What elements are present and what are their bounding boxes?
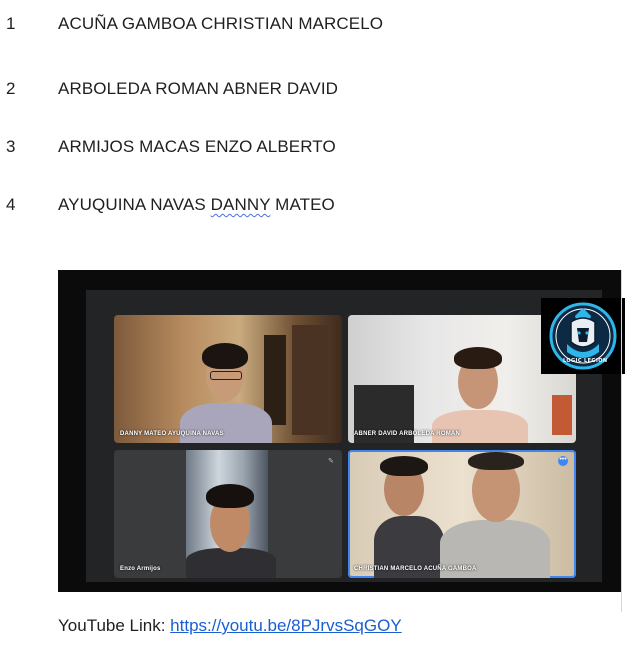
team-logo: LOGIC LEGION xyxy=(541,298,625,374)
video-call-screenshot: DANNY MATEO AYUQUINA NAVAS ABNER DAVID A… xyxy=(58,270,625,592)
logo-text: LOGIC LEGION xyxy=(563,358,608,364)
participant-body xyxy=(180,403,272,443)
student-name: ARBOLEDA ROMAN ABNER DAVID xyxy=(58,79,339,98)
student-name: ACUÑA GAMBOA CHRISTIAN MARCELO xyxy=(58,14,384,33)
student-name-part: AYUQUINA NAVAS xyxy=(58,195,211,214)
participant-body xyxy=(186,548,276,578)
divider xyxy=(621,270,622,612)
participant-tile: DANNY MATEO AYUQUINA NAVAS xyxy=(114,315,342,443)
youtube-link[interactable]: https://youtu.be/8PJrvsSqGOY xyxy=(170,616,402,635)
list-number: 1 xyxy=(6,14,16,33)
participant-hair xyxy=(468,452,524,470)
video-grid: DANNY MATEO AYUQUINA NAVAS ABNER DAVID A… xyxy=(86,290,625,582)
participant-name-label: CHRISTIAN MARCELO ACUÑA GAMBOA xyxy=(354,566,477,572)
youtube-link-label: YouTube Link: xyxy=(58,616,171,635)
glasses-icon xyxy=(210,371,242,380)
student-name: ARMIJOS MACAS ENZO ALBERTO xyxy=(58,137,336,156)
youtube-link-line: YouTube Link: https://youtu.be/8PJrvsSqG… xyxy=(58,614,402,638)
list-number: 2 xyxy=(6,79,16,98)
participant-hair xyxy=(380,456,428,476)
participant-tile: ✎ Enzo Armijos xyxy=(114,450,342,578)
participant-hair xyxy=(454,347,502,369)
participant-name-label: ABNER DAVID ARBOLEDA ROMAN xyxy=(354,431,460,437)
participant-name-label: Enzo Armijos xyxy=(120,566,161,572)
participant-body xyxy=(432,410,528,443)
student-name-part: MATEO xyxy=(270,195,335,214)
student-name: AYUQUINA NAVAS DANNY MATEO xyxy=(58,193,335,217)
spellcheck-flagged-word[interactable]: DANNY xyxy=(211,195,271,214)
more-options-icon[interactable]: ••• xyxy=(558,456,568,466)
list-number: 4 xyxy=(6,195,16,214)
list-number: 3 xyxy=(6,137,16,156)
participant-hair xyxy=(202,343,248,369)
participant-name-label: DANNY MATEO AYUQUINA NAVAS xyxy=(120,431,224,437)
mic-off-icon: ✎ xyxy=(328,458,334,465)
participant-tile-active: ••• CHRISTIAN MARCELO ACUÑA GAMBOA xyxy=(348,450,576,578)
participant-hair xyxy=(206,484,254,508)
